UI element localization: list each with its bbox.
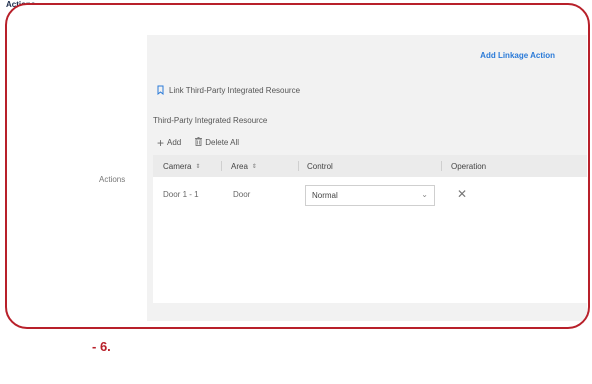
control-select-value: Normal — [312, 191, 338, 200]
actions-panel: Add Linkage Action Link Third-Party Inte… — [147, 35, 587, 321]
delete-all-label: Delete All — [205, 138, 240, 147]
link-resource-label: Link Third-Party Integrated Resource — [169, 85, 301, 95]
delete-row-button[interactable]: ✕ — [457, 177, 467, 211]
control-select[interactable]: Normal ⌄ — [305, 185, 435, 206]
table-header: Camera ⇕ Area ⇕ Control Operation — [153, 155, 587, 177]
header-area[interactable]: Area ⇕ — [231, 155, 257, 177]
add-button[interactable]: + Add — [157, 135, 182, 150]
close-icon: ✕ — [457, 187, 468, 201]
resource-toolbar: + Add Delete All — [157, 135, 239, 150]
header-separator — [441, 161, 442, 171]
add-linkage-action-button[interactable]: Add Linkage Action — [480, 51, 555, 60]
plus-icon: + — [157, 135, 165, 150]
header-separator — [221, 161, 222, 171]
trash-icon — [195, 137, 203, 148]
delete-all-button[interactable]: Delete All — [195, 137, 239, 148]
sort-icon[interactable]: ⇕ — [195, 163, 200, 170]
highlight-frame: Actions Add Linkage Action Link Third-Pa… — [5, 3, 590, 329]
cell-camera: Door 1 - 1 — [163, 189, 199, 199]
resource-section-title: Third-Party Integrated Resource — [153, 116, 268, 125]
chevron-down-icon: ⌄ — [421, 190, 428, 199]
actions-label: Actions — [99, 175, 126, 184]
cell-area: Door — [233, 189, 251, 199]
step-marker: - 6. — [92, 339, 111, 354]
add-label: Add — [167, 138, 182, 147]
bookmark-icon — [157, 85, 164, 96]
resource-table: Camera ⇕ Area ⇕ Control Operation Door 1 -… — [153, 155, 587, 303]
header-control: Control — [307, 161, 333, 171]
header-separator — [298, 161, 299, 171]
header-operation: Operation — [451, 161, 487, 171]
link-third-party-resource[interactable]: Link Third-Party Integrated Resource — [157, 85, 301, 96]
sort-icon[interactable]: ⇕ — [252, 163, 257, 170]
table-row: Door 1 - 1 Door Normal ⌄ ✕ — [153, 177, 587, 211]
header-camera[interactable]: Camera ⇕ — [163, 155, 200, 177]
